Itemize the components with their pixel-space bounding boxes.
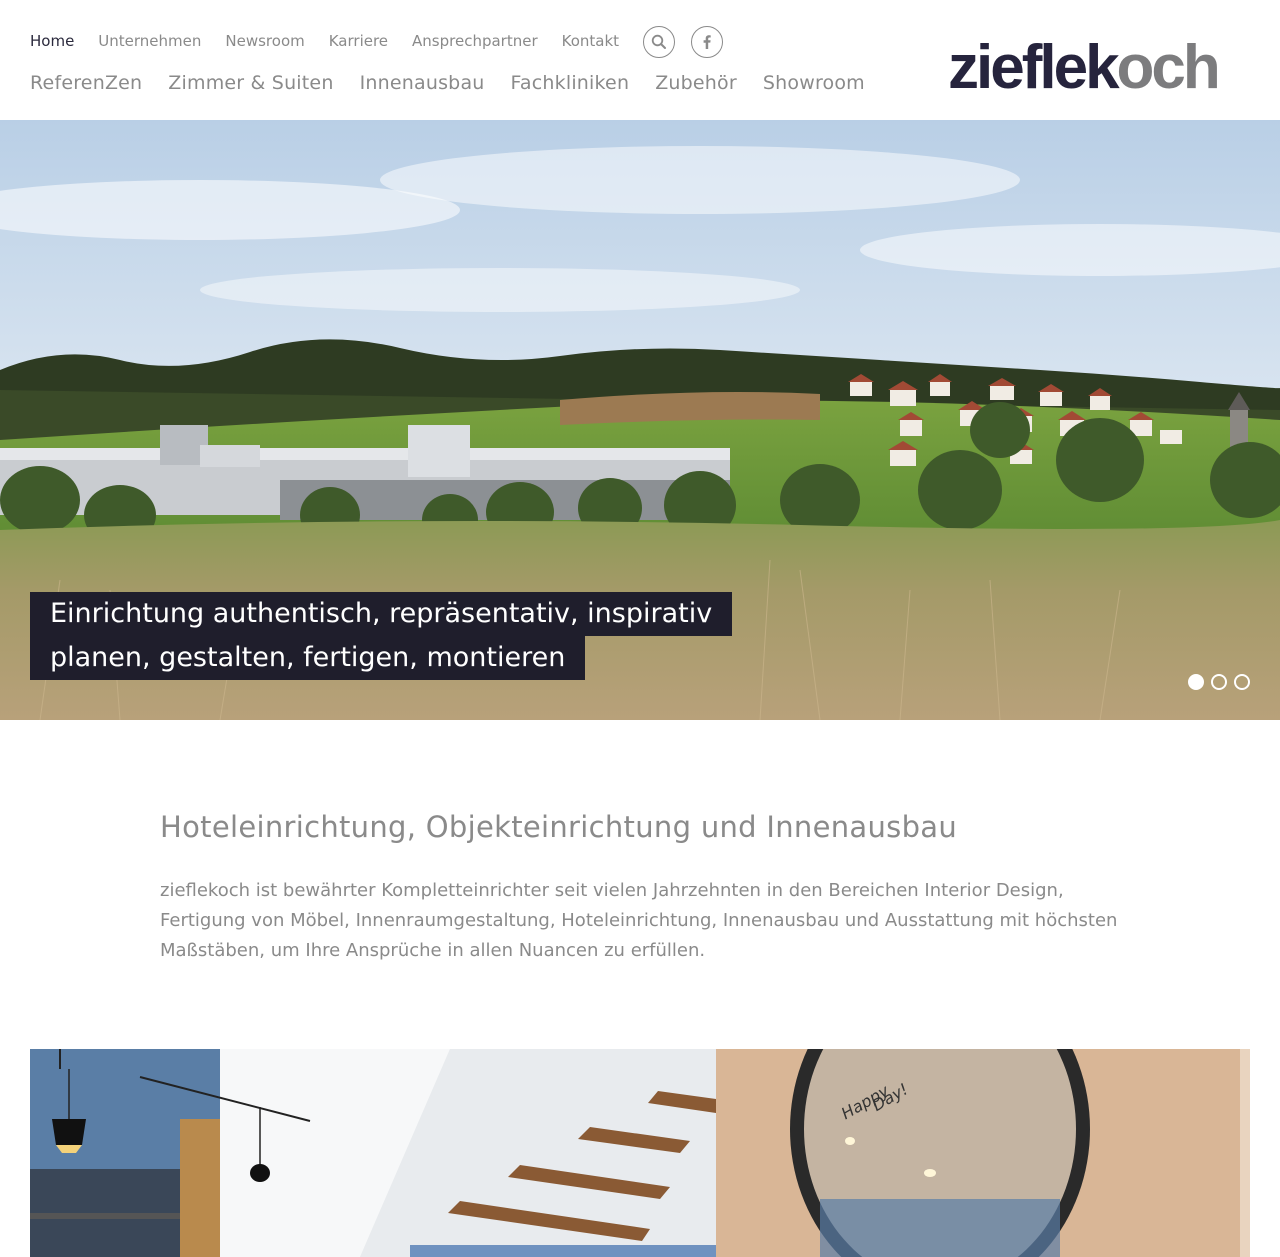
nav-showroom[interactable]: Showroom	[763, 70, 865, 96]
top-navigation: Home Unternehmen Newsroom Karriere Anspr…	[30, 24, 739, 58]
hero-slider[interactable]: Einrichtung authentisch, repräsentativ, …	[0, 120, 1280, 720]
logo-text-och: och	[1117, 33, 1218, 94]
facebook-button[interactable]	[691, 26, 724, 58]
slider-pagination	[1188, 674, 1257, 690]
slider-dot-1[interactable]	[1188, 674, 1204, 690]
intro-section: Hoteleinrichtung, Objekteinrichtung und …	[160, 806, 1140, 966]
slider-dot-2[interactable]	[1211, 674, 1227, 690]
main-navigation: ReferenZen Zimmer & Suiten Innenausbau F…	[30, 70, 891, 96]
facebook-icon	[703, 35, 711, 49]
gallery-interior-image: Happy Day!	[30, 1049, 1250, 1257]
hero-caption-line-2: planen, gestalten, fertigen, montieren	[30, 636, 586, 680]
intro-paragraph: zieflekoch ist bewährter Kompletteinrich…	[160, 880, 1118, 961]
nav-fachkliniken[interactable]: Fachkliniken	[511, 70, 630, 96]
intro-heading: Hoteleinrichtung, Objekteinrichtung und …	[160, 810, 958, 844]
nav-karriere[interactable]: Karriere	[329, 29, 388, 53]
nav-unternehmen[interactable]: Unternehmen	[98, 29, 201, 53]
nav-zubehoer[interactable]: Zubehör	[655, 70, 737, 96]
site-header: Home Unternehmen Newsroom Karriere Anspr…	[0, 0, 1280, 120]
hero-caption-line-1: Einrichtung authentisch, repräsentativ, …	[30, 592, 733, 636]
project-gallery[interactable]: Happy Day!	[30, 1049, 1250, 1257]
slider-dot-3[interactable]	[1234, 674, 1250, 690]
svg-text:zieflekoch: zieflekoch	[948, 33, 1218, 94]
nav-referenzen[interactable]: ReferenZen	[30, 70, 142, 96]
logo-text-k: k	[1085, 33, 1120, 94]
nav-ansprechpartner[interactable]: Ansprechpartner	[412, 29, 538, 53]
nav-kontakt[interactable]: Kontakt	[562, 29, 619, 53]
nav-zimmer-suiten[interactable]: Zimmer & Suiten	[168, 70, 333, 96]
nav-innenausbau[interactable]: Innenausbau	[360, 70, 485, 96]
search-icon	[651, 34, 667, 49]
nav-home[interactable]: Home	[30, 29, 74, 53]
company-logo[interactable]: zieflekoch	[948, 32, 1252, 94]
logo-text-ziefle: ziefle	[948, 33, 1087, 94]
hero-caption: Einrichtung authentisch, repräsentativ, …	[30, 592, 733, 680]
nav-newsroom[interactable]: Newsroom	[225, 29, 304, 53]
search-button[interactable]	[643, 26, 676, 58]
